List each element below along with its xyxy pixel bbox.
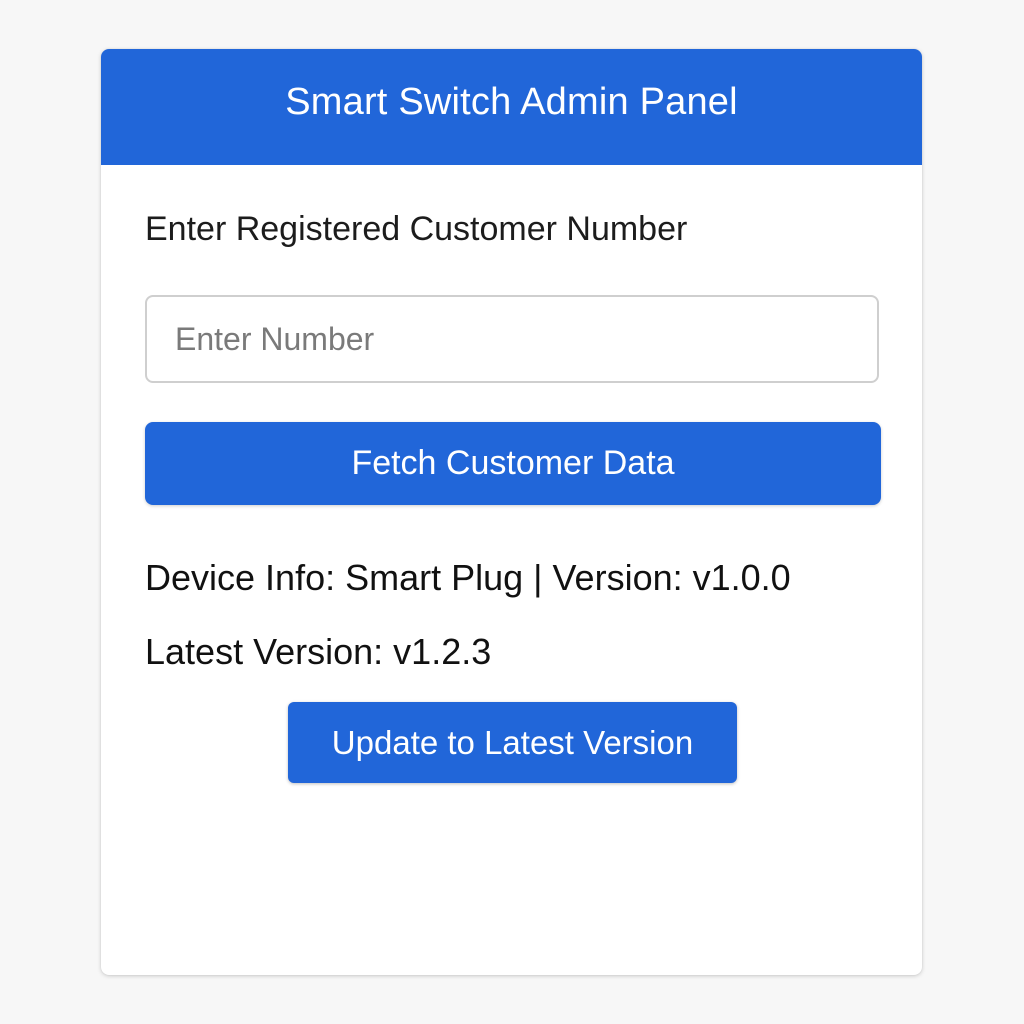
latest-version-label: Latest Version: (145, 631, 384, 672)
page-title: Smart Switch Admin Panel (285, 80, 738, 123)
customer-number-label: Enter Registered Customer Number (145, 210, 688, 248)
latest-version-info: Latest Version: v1.2.3 (145, 631, 491, 673)
fetch-customer-data-button[interactable]: Fetch Customer Data (145, 422, 881, 505)
latest-version-value: v1.2.3 (393, 631, 492, 672)
admin-panel: Smart Switch Admin Panel Enter Registere… (101, 49, 922, 975)
device-info-value: Smart Plug | Version: v1.0.0 (345, 557, 791, 598)
panel-header: Smart Switch Admin Panel (101, 49, 922, 165)
device-info: Device Info: Smart Plug | Version: v1.0.… (145, 557, 791, 599)
device-info-label: Device Info: (145, 557, 336, 598)
update-to-latest-button[interactable]: Update to Latest Version (288, 702, 737, 783)
customer-number-input[interactable] (145, 295, 879, 383)
